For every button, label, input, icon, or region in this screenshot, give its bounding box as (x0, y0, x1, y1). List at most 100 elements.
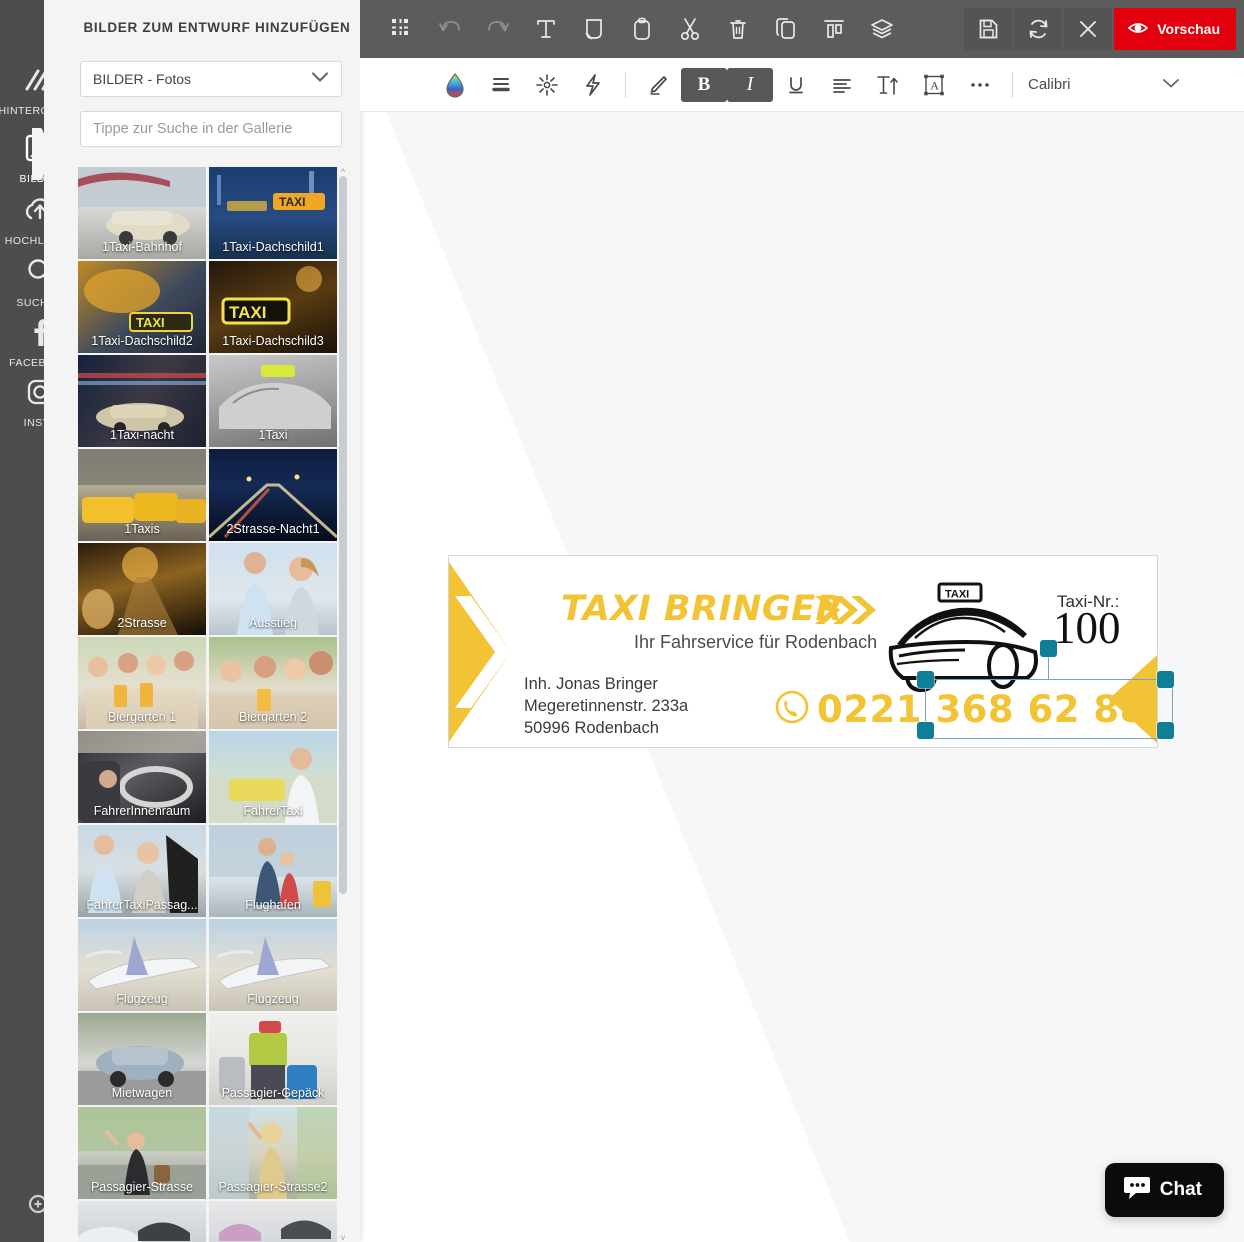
thumbnail-label: FahrerTaxi (243, 804, 303, 818)
svg-text:TAXI: TAXI (279, 195, 305, 209)
eye-icon (1127, 18, 1149, 41)
bold-button[interactable]: B (681, 67, 727, 102)
thumbnail-item[interactable]: 1Taxi-nacht (78, 355, 206, 447)
city-line: 50996 Rodenbach (524, 719, 659, 737)
thumbnail-item[interactable]: Passagier-Strasse2 (209, 1107, 337, 1199)
gallery-search-input[interactable] (93, 121, 329, 137)
thumbnail-item[interactable]: TAXI 1Taxi-Dachschild3 (209, 261, 337, 353)
gallery-search-box[interactable] (80, 111, 342, 147)
svg-text:TAXI: TAXI (136, 315, 165, 330)
thumbnail-item[interactable]: 1Taxi-Bahnhof (78, 167, 206, 259)
italic-button[interactable]: I (727, 67, 773, 102)
taxi-number-value[interactable]: 100 (1053, 606, 1121, 651)
font-family-select[interactable]: Calibri (1028, 68, 1188, 102)
text-frame-icon[interactable]: A (911, 68, 957, 102)
thumbnail-item[interactable]: 1Taxi (209, 355, 337, 447)
gallery-scrollbar[interactable]: ^ ˅ (338, 168, 348, 1242)
thumbnail-label: Biergarten 2 (238, 710, 308, 724)
underline-button[interactable] (773, 68, 819, 102)
scroll-up-icon[interactable]: ^ (338, 168, 348, 177)
svg-text:TAXI: TAXI (229, 303, 266, 322)
thumbnail-item[interactable]: FahrerInnenraum (78, 731, 206, 823)
layers-icon[interactable] (858, 8, 906, 50)
thumbnail-item[interactable] (78, 1201, 206, 1242)
owner-line: Inh. Jonas Bringer (524, 675, 658, 693)
undo-icon[interactable] (426, 8, 474, 50)
text-size-icon[interactable] (865, 68, 911, 102)
more-options-icon[interactable] (957, 68, 1003, 102)
add-shape-icon[interactable] (570, 8, 618, 50)
panel-notch (32, 128, 46, 180)
thumbnail-item[interactable]: FahrerTaxi (209, 731, 337, 823)
main-toolbar: Vorschau (360, 0, 1244, 58)
selection-bounding-box (925, 679, 1173, 739)
refresh-button[interactable] (1014, 8, 1063, 50)
thumbnail-item[interactable]: TAXI 1Taxi-Dachschild2 (78, 261, 206, 353)
line-spacing-icon[interactable] (478, 68, 524, 102)
cut-icon[interactable] (666, 8, 714, 50)
slogan-text[interactable]: Ihr Fahrservice für Rodenbach (634, 632, 877, 653)
thumbnail-item[interactable]: FahrerTaxiPassag... (78, 825, 206, 917)
bold-label: B (697, 73, 711, 95)
resize-handle-top-right[interactable] (1157, 671, 1174, 688)
align-left-icon[interactable] (819, 68, 865, 102)
sparkle-icon[interactable] (524, 68, 570, 102)
toolbar-divider (1012, 71, 1013, 98)
rotate-handle[interactable] (1040, 640, 1057, 657)
delete-icon[interactable] (714, 8, 762, 50)
duplicate-icon[interactable] (762, 8, 810, 50)
align-icon[interactable] (810, 8, 858, 50)
scrollbar-thumb[interactable] (339, 176, 347, 894)
thumbnail-item[interactable]: Passagier-Strasse (78, 1107, 206, 1199)
resize-handle-bottom-right[interactable] (1157, 722, 1174, 739)
thumbnail-item[interactable]: Passagier-Gepäck (209, 1013, 337, 1105)
thumbnail-item[interactable]: Flugzeug (209, 919, 337, 1011)
thumbnail-label: FahrerInnenraum (93, 804, 191, 818)
thumbnail-label: 2Strasse-Nacht1 (226, 522, 320, 536)
thumbnail-item[interactable]: Biergarten 1 (78, 637, 206, 729)
logo-chevron-decoration (815, 594, 879, 631)
add-text-icon[interactable] (522, 8, 570, 50)
svg-text:A: A (930, 78, 939, 92)
thumbnail-item[interactable]: Biergarten 2 (209, 637, 337, 729)
address-block[interactable]: Inh. Jonas Bringer Megeretinnenstr. 233a… (524, 673, 688, 739)
thumbnail-label: 1Taxi-Dachschild1 (222, 240, 324, 254)
thumbnail-item[interactable]: Ausstieg (209, 543, 337, 635)
thumbnail-item[interactable]: 1Taxis (78, 449, 206, 541)
thumbnail-label: Mietwagen (111, 1086, 173, 1100)
chat-widget-button[interactable]: Chat (1104, 1163, 1224, 1217)
pen-icon[interactable] (635, 68, 681, 102)
thumbnail-label: 1Taxis (124, 522, 160, 536)
app-root: HINTERGRUND BILDER HOCHLADEN SUCHEN FACE (0, 0, 1244, 1242)
thumbnail-item[interactable]: Flugzeug (78, 919, 206, 1011)
thumbnail-item[interactable]: Mietwagen (78, 1013, 206, 1105)
thumbnail-label: Flughafen (245, 898, 301, 912)
resize-handle-top-left[interactable] (917, 671, 934, 688)
redo-icon[interactable] (474, 8, 522, 50)
resize-handle-bottom-left[interactable] (917, 722, 934, 739)
phone-icon (774, 689, 810, 730)
thumbnail-item[interactable] (209, 1201, 337, 1242)
font-family-value: Calibri (1028, 76, 1071, 93)
scroll-down-icon[interactable]: ˅ (338, 1234, 348, 1242)
thumbnail-item[interactable]: TAXI 1Taxi-Dachschild1 (209, 167, 337, 259)
image-category-select[interactable]: BILDER - Fotos (80, 61, 342, 97)
design-canvas[interactable]: TAXI BRINGER Ihr Fahrservice für Rodenba… (360, 112, 1244, 1242)
paste-icon[interactable] (618, 8, 666, 50)
toolbar-divider (625, 71, 626, 98)
color-droplet-icon[interactable] (432, 68, 478, 102)
qr-code-icon[interactable] (378, 8, 426, 50)
thumbnail-grid[interactable]: 1Taxi-Bahnhof TAXI 1Taxi-Dachschild1 TAX… (78, 167, 346, 1242)
thumbnail-item[interactable]: 2Strasse-Nacht1 (209, 449, 337, 541)
preview-label: Vorschau (1157, 21, 1220, 37)
thumbnail-item[interactable]: 2Strasse (78, 543, 206, 635)
thumbnail-item[interactable]: Flughafen (209, 825, 337, 917)
logo-text[interactable]: TAXI BRINGER (561, 589, 843, 629)
lightning-icon[interactable] (570, 68, 616, 102)
close-button[interactable] (1064, 8, 1113, 50)
thumbnail-label: Flugzeug (116, 992, 168, 1006)
save-button[interactable] (964, 8, 1013, 50)
panel-title: BILDER ZUM ENTWURF HINZUFÜGEN (83, 20, 351, 35)
thumbnail-label: 1Taxi-nacht (110, 428, 174, 442)
preview-button[interactable]: Vorschau (1114, 8, 1236, 50)
